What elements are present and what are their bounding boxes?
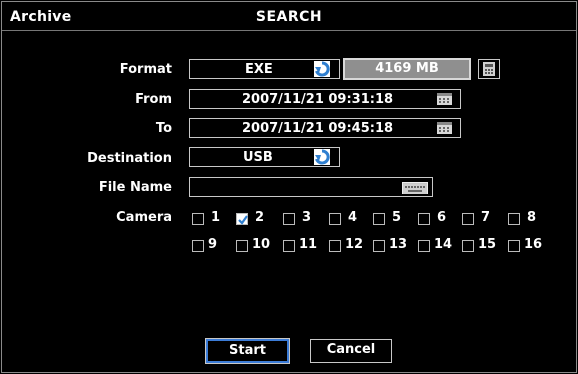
camera-13-label: 13	[389, 237, 408, 252]
camera-15-checkbox[interactable]	[462, 240, 474, 252]
camera-2-label: 2	[255, 210, 265, 225]
destination-label: Destination	[87, 151, 172, 166]
calculate-size-button[interactable]	[478, 59, 500, 79]
camera-label: Camera	[116, 210, 172, 225]
camera-6-checkbox[interactable]	[418, 213, 430, 225]
camera-10-label: 10	[252, 237, 271, 252]
calculator-icon	[483, 62, 495, 76]
camera-12-label: 12	[345, 237, 364, 252]
camera-3-checkbox[interactable]	[283, 213, 295, 225]
camera-2-checkbox[interactable]	[236, 213, 248, 225]
camera-9-label: 9	[208, 237, 218, 252]
archive-size-display: 4169 MB	[343, 58, 471, 80]
camera-6-label: 6	[437, 210, 447, 225]
destination-select[interactable]: USB	[189, 147, 340, 167]
camera-7-label: 7	[481, 210, 491, 225]
format-label: Format	[119, 62, 172, 77]
camera-3-label: 3	[302, 210, 312, 225]
camera-10-checkbox[interactable]	[236, 240, 248, 252]
camera-16-label: 16	[524, 237, 543, 252]
camera-15-label: 15	[478, 237, 497, 252]
from-label: From	[135, 92, 172, 107]
format-value: EXE	[245, 62, 273, 77]
camera-11-checkbox[interactable]	[283, 240, 295, 252]
calendar-icon[interactable]	[437, 93, 452, 105]
camera-14-label: 14	[434, 237, 453, 252]
camera-13-checkbox[interactable]	[373, 240, 385, 252]
camera-11-label: 11	[299, 237, 318, 252]
calendar-icon[interactable]	[437, 122, 452, 134]
to-datetime-field[interactable]: 2007/11/21 09:45:18	[189, 118, 461, 138]
search-title: SEARCH	[255, 9, 323, 25]
cancel-button[interactable]: Cancel	[310, 339, 392, 363]
camera-1-label: 1	[211, 210, 221, 225]
camera-5-checkbox[interactable]	[373, 213, 385, 225]
to-label: To	[155, 121, 172, 136]
camera-4-checkbox[interactable]	[329, 213, 341, 225]
checkmark-icon	[238, 215, 248, 225]
to-datetime-value: 2007/11/21 09:45:18	[242, 121, 394, 136]
start-button[interactable]: Start	[205, 338, 290, 364]
camera-1-checkbox[interactable]	[192, 213, 204, 225]
filename-input[interactable]	[189, 177, 433, 197]
camera-7-checkbox[interactable]	[462, 213, 474, 225]
camera-5-label: 5	[392, 210, 402, 225]
camera-8-checkbox[interactable]	[508, 213, 520, 225]
title-bar: Archive SEARCH	[2, 2, 576, 31]
camera-12-checkbox[interactable]	[329, 240, 341, 252]
filename-label: File Name	[98, 180, 172, 195]
refresh-icon[interactable]	[314, 61, 330, 77]
camera-8-label: 8	[527, 210, 537, 225]
from-datetime-field[interactable]: 2007/11/21 09:31:18	[189, 89, 461, 109]
refresh-icon[interactable]	[314, 149, 330, 165]
camera-4-label: 4	[348, 210, 358, 225]
camera-16-checkbox[interactable]	[508, 240, 520, 252]
keyboard-icon[interactable]	[402, 182, 428, 194]
from-datetime-value: 2007/11/21 09:31:18	[242, 92, 394, 107]
camera-14-checkbox[interactable]	[418, 240, 430, 252]
destination-value: USB	[243, 150, 273, 165]
format-select[interactable]: EXE	[189, 59, 340, 79]
camera-9-checkbox[interactable]	[192, 240, 204, 252]
